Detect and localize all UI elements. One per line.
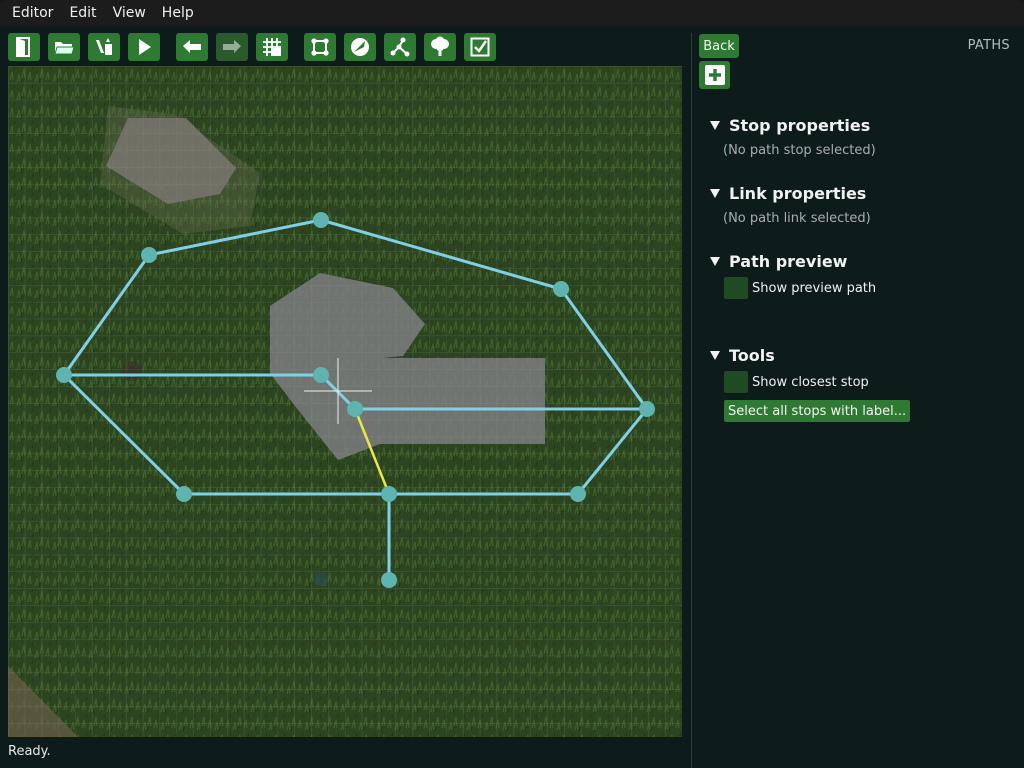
stop-properties-header[interactable]: Stop properties [710, 116, 870, 135]
folder-icon [54, 42, 75, 55]
layout-icon [311, 38, 329, 56]
path-stop[interactable] [56, 367, 72, 383]
quit-editor-button[interactable] [8, 33, 40, 61]
tree-icon [431, 36, 449, 56]
undo-button[interactable] [176, 33, 208, 61]
grid-snap-button[interactable] [256, 33, 288, 61]
path-stop[interactable] [570, 486, 586, 502]
save-icon [96, 38, 112, 55]
show-closest-stop-checkbox[interactable] [724, 371, 748, 393]
path-preview-title: Path preview [729, 252, 848, 271]
play-button[interactable] [128, 33, 160, 61]
undo-icon [183, 40, 201, 53]
map-canvas[interactable] [8, 66, 682, 737]
show-preview-path-row[interactable]: Show preview path [724, 277, 876, 299]
collapse-triangle-icon [710, 189, 720, 198]
path-stop[interactable] [313, 212, 329, 228]
collapse-triangle-icon [710, 351, 720, 360]
show-preview-path-checkbox[interactable] [724, 277, 748, 299]
checkbox-icon [470, 37, 490, 57]
paths-panel: Back PATHS Stop properties (No path stop… [692, 26, 1024, 768]
redo-button[interactable] [216, 33, 248, 61]
menu-edit[interactable]: Edit [61, 0, 104, 26]
add-stop-button[interactable] [699, 61, 730, 89]
menu-editor[interactable]: Editor [4, 0, 61, 26]
path-preview-header[interactable]: Path preview [710, 252, 847, 271]
menu-help[interactable]: Help [154, 0, 202, 26]
link-properties-header[interactable]: Link properties [710, 184, 866, 203]
path-stop[interactable] [639, 401, 655, 417]
grid-snap-icon [263, 38, 281, 56]
show-closest-stop-label: Show closest stop [752, 374, 869, 390]
link-properties-title: Link properties [729, 184, 867, 203]
paths-mode-button[interactable] [384, 33, 416, 61]
path-stop[interactable] [141, 247, 157, 263]
link-properties-note: (No path link selected) [723, 211, 871, 226]
path-stop[interactable] [381, 572, 397, 588]
details-mode-button[interactable] [424, 33, 456, 61]
mob-icon [351, 38, 369, 56]
tools-header[interactable]: Tools [710, 346, 775, 365]
open-button[interactable] [48, 33, 80, 61]
map-view [8, 66, 682, 737]
path-stop[interactable] [347, 401, 363, 417]
path-stop[interactable] [176, 486, 192, 502]
path-stop[interactable] [313, 367, 329, 383]
exit-door-icon [16, 37, 30, 57]
path-stop[interactable] [553, 281, 569, 297]
stop-properties-note: (No path stop selected) [723, 143, 876, 158]
back-button[interactable]: Back [699, 34, 739, 58]
add-icon [704, 65, 725, 85]
redo-icon [223, 40, 241, 53]
mobs-mode-button[interactable] [344, 33, 376, 61]
panel-title: PATHS [967, 38, 1010, 53]
stop-properties-title: Stop properties [729, 116, 871, 135]
menu-bar: Editor Edit View Help [0, 0, 1024, 26]
show-preview-path-label: Show preview path [752, 280, 877, 296]
save-button[interactable] [88, 33, 120, 61]
review-mode-button[interactable] [464, 33, 496, 61]
collapse-triangle-icon [710, 121, 720, 130]
paths-icon [390, 37, 410, 57]
play-icon [139, 39, 151, 55]
layout-mode-button[interactable] [304, 33, 336, 61]
select-stops-with-label-button[interactable]: Select all stops with label... [724, 400, 911, 422]
menu-view[interactable]: View [105, 0, 154, 26]
show-closest-stop-row[interactable]: Show closest stop [724, 371, 869, 393]
status-bar: Ready. [8, 744, 51, 759]
path-stop[interactable] [381, 486, 397, 502]
editor-window: Editor Edit View Help Ready. Back PATHS … [0, 0, 1024, 768]
collapse-triangle-icon [710, 257, 720, 266]
tools-title: Tools [729, 346, 775, 365]
